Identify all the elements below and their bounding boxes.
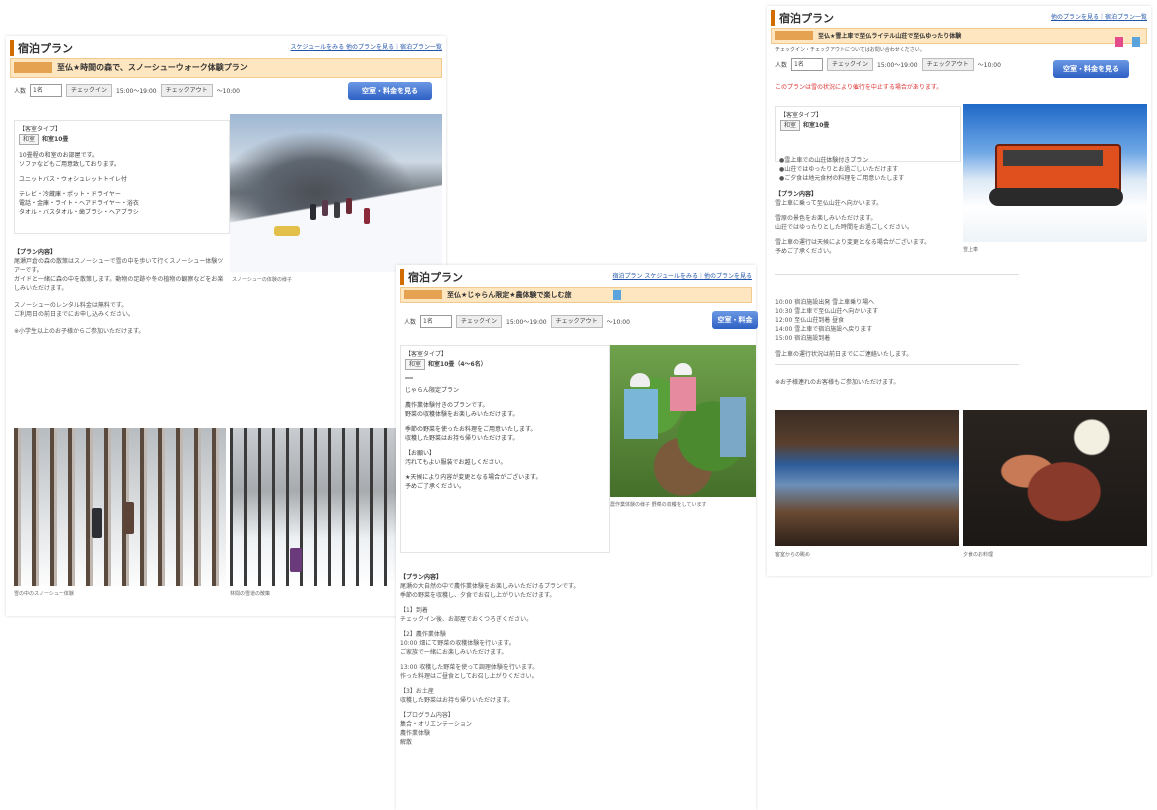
checkout-label: チェックアウト <box>921 58 974 71</box>
dinner-steak-photo <box>963 410 1147 546</box>
checkout-label: チェックアウト <box>160 84 213 97</box>
sub-note: チェックイン・チェックアウトについてはお問い合わせください。 <box>775 47 925 53</box>
room-type-label: 【客室タイプ】 <box>780 112 823 119</box>
plan-badge <box>613 290 621 300</box>
snowcat-tracks <box>989 188 1123 206</box>
badge-blue <box>1132 36 1140 47</box>
room-chip-2 <box>405 377 413 379</box>
plan-content: 【プラン内容】 雪上車に乗って至仏山荘へ向かいます。 雪原の景色をお楽しみいただ… <box>775 191 931 255</box>
checkout-label: チェックアウト <box>550 315 603 328</box>
photo-caption: 雪上車 <box>963 247 979 253</box>
hat <box>674 363 692 375</box>
checkout-time: 〜10:00 <box>606 319 630 326</box>
snowshoe-group-photo <box>230 114 442 272</box>
checkin-time: 15:00〜19:00 <box>506 319 547 326</box>
person-figure <box>624 389 658 439</box>
room-info-box: 【客室タイプ】 和室 和室10畳 <box>775 106 961 162</box>
plan-name[interactable]: 至仏★時間の森で、スノーシューウォーク体験プラン <box>57 62 248 73</box>
snowcat-photo <box>963 104 1147 242</box>
room-chip: 和室 <box>780 120 801 131</box>
people-select[interactable]: 1名 <box>420 315 453 328</box>
photo-caption: 林間の雪道の散策 <box>230 591 271 597</box>
reserve-button[interactable]: 空室・料金 <box>712 311 758 329</box>
plan-panel-snowcat: 宿泊プラン 他のプランを見る｜宿泊プラン一覧 至仏★雪上車で至仏ライテル山荘で至… <box>767 6 1151 576</box>
schedule: 10:00 宿泊施設出発 雪上車乗り場へ 10:30 雪上車で至仏山荘へ向かいま… <box>775 299 879 342</box>
selection-row: 人数 1名 チェックイン 15:00〜19:00 チェックアウト 〜10:00 <box>14 84 240 97</box>
plan-panel-farming: 宿泊プラン 宿泊プラン スケジュールをみる｜他のプランを見る 至仏★じゃらん限定… <box>396 265 758 810</box>
checkout-time: 〜10:00 <box>216 88 240 95</box>
footer-note: ※お子様連れのお客様もご参加いただけます。 <box>775 379 900 386</box>
people-label: 人数 <box>14 88 27 95</box>
photo-caption: 夕食のお料理 <box>963 552 994 558</box>
checkout-time: 〜10:00 <box>977 62 1001 69</box>
section-title: 宿泊プラン <box>771 10 834 26</box>
schedule-note: 雪上車の運行状況は前日までにご連絡いたします。 <box>775 351 913 358</box>
room-info-box: 【客室タイプ】 和室 和室10畳 10畳程の和室のお部屋です。 ソファなどもご用意… <box>14 120 230 234</box>
snowshoe-forest-photo <box>14 428 226 586</box>
divider <box>775 274 1019 275</box>
header-links[interactable]: 宿泊プラン スケジュールをみる｜他のプランを見る <box>613 271 753 280</box>
farming-photo <box>610 345 756 497</box>
plan-tag <box>775 31 813 40</box>
checkin-label: チェックイン <box>827 58 874 71</box>
plan-content: 【プラン内容】 尾瀬戸倉の森の散策はスノーシューで雪の中を歩いて行くスノーシュー… <box>14 249 224 335</box>
notice-text: このプランは雪の状況により催行を中止する場合があります。 <box>775 84 943 91</box>
plan-tag <box>404 290 442 299</box>
plan-content: 【プラン内容】 尾瀬の大自然の中で農作業体験をお楽しみいただけるプランです。 季… <box>400 574 580 746</box>
hat <box>630 373 650 387</box>
person-figure <box>322 200 328 216</box>
header-links[interactable]: スケジュールをみる 他のプランを見る｜宿泊プラン一覧 <box>291 42 443 51</box>
checkin-time: 15:00〜19:00 <box>877 62 918 69</box>
selection-row: 人数 1名 チェックイン 15:00〜19:00 チェックアウト 〜10:00 <box>404 315 630 328</box>
section-title: 宿泊プラン <box>400 269 463 285</box>
person-figure <box>310 204 316 220</box>
snowcat-windows <box>1003 150 1103 166</box>
badge-pink <box>1114 36 1123 47</box>
reserve-button[interactable]: 空室・料金を見る <box>348 82 432 100</box>
plan-name-bar: 至仏★じゃらん限定★農体験で楽しむ旅 <box>400 287 752 303</box>
photo-caption: 農作業体験の様子 野菜の収穫をしています <box>610 502 707 508</box>
section-title: 宿泊プラン <box>10 40 73 56</box>
photo-caption: 雪の中のスノーシュー体験 <box>14 591 74 597</box>
room-name: 和室10畳（4〜6名） <box>428 361 487 368</box>
people-label: 人数 <box>775 62 788 69</box>
room-name: 和室10畳 <box>803 122 830 129</box>
people-select[interactable]: 1名 <box>30 84 63 97</box>
person-figure <box>670 377 696 411</box>
photo-caption: スノーシューの体験の様子 <box>232 277 292 283</box>
room-type-label: 【客室タイプ】 <box>405 351 448 358</box>
lobby-view-photo <box>775 410 959 546</box>
checkin-label: チェックイン <box>456 315 503 328</box>
room-type-label: 【客室タイプ】 <box>19 126 62 133</box>
selection-row: 人数 1名 チェックイン 15:00〜19:00 チェックアウト 〜10:00 <box>775 58 1001 71</box>
person-figure <box>346 198 352 214</box>
person-figure <box>720 397 746 457</box>
plan-name-bar: 至仏★時間の森で、スノーシューウォーク体験プラン <box>10 58 442 78</box>
plan-name[interactable]: 至仏★じゃらん限定★農体験で楽しむ旅 <box>447 290 572 300</box>
room-chip: 和室 <box>19 134 40 145</box>
sled <box>274 226 300 236</box>
plan-tag <box>14 62 52 73</box>
checkin-time: 15:00〜19:00 <box>116 88 157 95</box>
people-label: 人数 <box>404 319 417 326</box>
people-select[interactable]: 1名 <box>791 58 824 71</box>
reserve-button[interactable]: 空室・料金を見る <box>1053 60 1129 78</box>
header-links[interactable]: 他のプランを見る｜宿泊プラン一覧 <box>1051 12 1147 21</box>
room-chip: 和室 <box>405 359 426 370</box>
person-figure <box>334 202 340 218</box>
plan-name[interactable]: 至仏★雪上車で至仏ライテル山荘で至仏ゆったり体験 <box>818 31 961 40</box>
room-name: 和室10畳 <box>42 136 69 143</box>
room-description: 10畳程の和室のお部屋です。 ソファなどもご用意致しております。 ユニットバス・… <box>19 152 139 216</box>
plan-name-bar: 至仏★雪上車で至仏ライテル山荘で至仏ゆったり体験 <box>771 28 1147 47</box>
checkin-label: チェックイン <box>66 84 113 97</box>
room-description: ●雪上車での山荘体験付きプラン ●山荘ではゆったりとお過ごしいただけます ●ご夕… <box>779 157 905 182</box>
divider <box>775 364 1019 365</box>
person-figure <box>364 208 370 224</box>
room-info-box: 【客室タイプ】 和室 和室10畳（4〜6名） じゃらん限定プラン 農作業体験付きの… <box>400 345 610 553</box>
room-description: じゃらん限定プラン 農作業体験付きのプランです。 野菜の収穫体験をお楽しみいただ… <box>405 387 542 490</box>
photo-caption: 客室からの眺め <box>775 552 811 558</box>
plan-panel-snowshoe: 宿泊プラン スケジュールをみる 他のプランを見る｜宿泊プラン一覧 至仏★時間の森… <box>6 36 446 616</box>
